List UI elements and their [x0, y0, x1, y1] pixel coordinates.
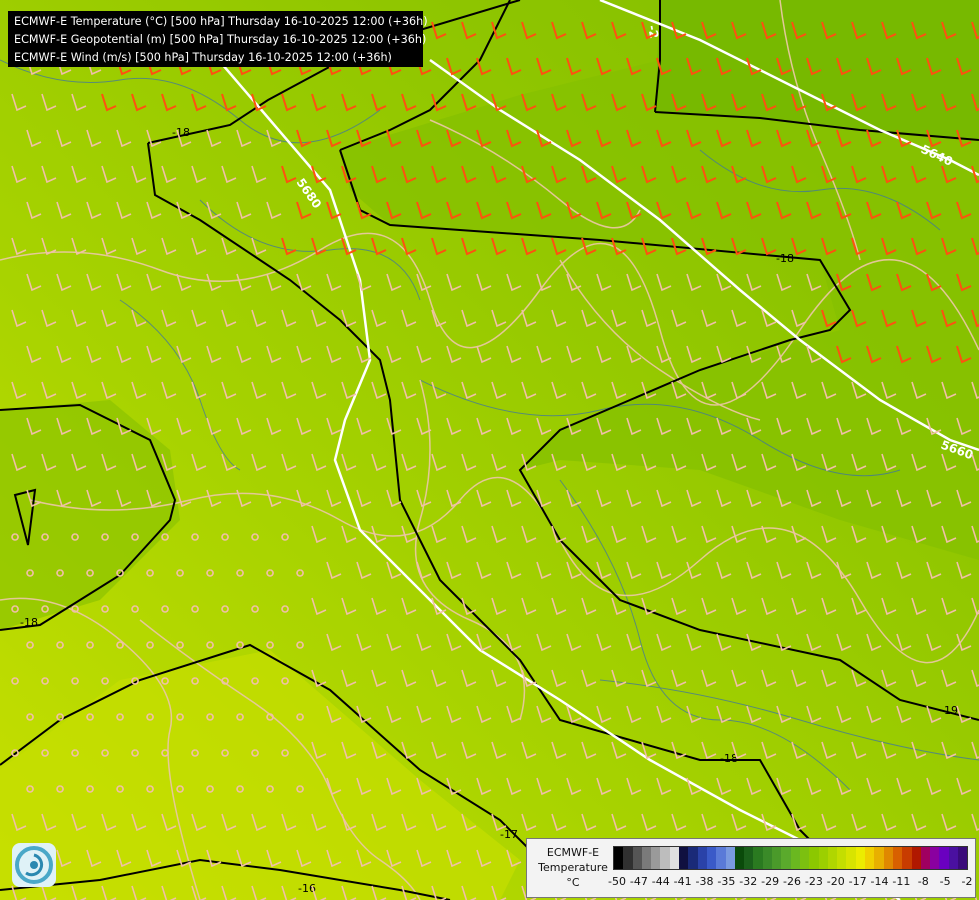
legend-swatch: [697, 847, 707, 869]
legend-swatch: [688, 847, 698, 869]
legend-swatch: [939, 847, 949, 869]
legend-swatch: [614, 847, 624, 869]
legend-swatch: [930, 847, 940, 869]
ecmwf-logo-icon: [12, 843, 56, 887]
legend-tick-label: -29: [761, 875, 780, 888]
isotherm-label: -19: [940, 704, 958, 717]
legend-swatch: [762, 847, 773, 869]
legend-swatch: [920, 847, 931, 869]
legend-swatch: [781, 847, 791, 869]
legend-swatch: [855, 847, 866, 869]
legend-tick-label: -32: [739, 875, 758, 888]
legend-swatch: [716, 847, 726, 869]
isotherm-label: -17: [500, 828, 518, 841]
legend-color-bar: [613, 846, 969, 870]
legend-tick-label: -8: [917, 875, 929, 888]
legend-swatch: [809, 847, 819, 869]
weather-map: -18 -18 -18 -19 -18 -17 -16 -2 5680 5640…: [0, 0, 979, 900]
legend-swatch: [706, 847, 717, 869]
legend-swatch: [799, 847, 810, 869]
title-geopotential: ECMWF-E Geopotential (m) [500 hPa] Thurs…: [14, 33, 427, 46]
legend-swatch: [651, 847, 661, 869]
legend-swatch: [902, 847, 912, 869]
title-wind: ECMWF-E Wind (m/s) [500 hPa] Thursday 16…: [14, 51, 392, 64]
legend-swatch: [837, 847, 847, 869]
legend-swatch: [827, 847, 838, 869]
legend-swatch: [623, 847, 633, 869]
legend-tick-label: -50: [608, 875, 626, 888]
legend-swatch: [948, 847, 958, 869]
legend-tick-label: -44: [651, 875, 670, 888]
legend-swatch: [679, 847, 689, 869]
legend-swatch: [883, 847, 893, 869]
legend-swatch: [874, 847, 884, 869]
legend-tick-label: -14: [870, 875, 889, 888]
map-title-box: ECMWF-E Temperature (°C) [500 hPa] Thurs…: [8, 11, 428, 67]
legend-swatch: [818, 847, 828, 869]
legend-swatch: [744, 847, 754, 869]
legend-tick-label: -20: [826, 875, 845, 888]
legend-tick-label: -11: [892, 875, 911, 888]
legend-tick-label: -35: [717, 875, 736, 888]
title-temperature: ECMWF-E Temperature (°C) [500 hPa] Thurs…: [14, 15, 428, 28]
legend-swatch: [911, 847, 921, 869]
legend-swatch: [957, 847, 968, 869]
legend-swatch: [641, 847, 652, 869]
legend-tick-label: -5: [939, 875, 951, 888]
legend-tick-label: -26: [783, 875, 801, 888]
legend-swatch: [632, 847, 642, 869]
legend-swatch: [790, 847, 800, 869]
legend-swatch: [669, 847, 680, 869]
legend-tick-label: -17: [848, 875, 867, 888]
legend-swatch: [892, 847, 903, 869]
legend-tick-label: -2: [961, 875, 973, 888]
legend-tick-label: -41: [673, 875, 692, 888]
legend-swatch: [865, 847, 875, 869]
temperature-legend: ECMWF-E Temperature °C -50 -47 -44 -41 -38 -3…: [526, 838, 976, 898]
legend-tick-label: -23: [804, 875, 823, 888]
legend-swatch: [846, 847, 856, 869]
legend-swatch: [734, 847, 745, 869]
legend-swatch: [772, 847, 782, 869]
isotherm-label: -18: [776, 252, 794, 265]
legend-swatch: [660, 847, 670, 869]
legend-swatch: [753, 847, 763, 869]
legend-title: ECMWF-E Temperature °C: [538, 846, 608, 889]
legend-tick-label: -38: [695, 875, 714, 888]
isotherm-label: -18: [20, 616, 38, 629]
legend-swatch: [725, 847, 735, 869]
legend-ticks: -50 -47 -44 -41 -38 -35 -32 -29 -26 -23 -20 -17 -14-…: [608, 875, 972, 889]
legend-tick-label: -47: [629, 875, 648, 888]
isotherm-label: -18: [172, 126, 190, 139]
